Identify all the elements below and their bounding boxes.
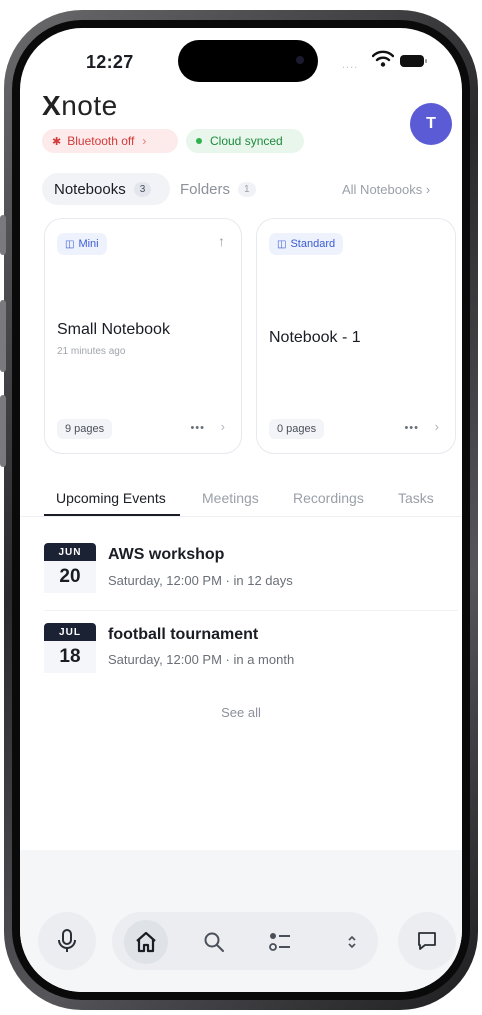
date-day: 18	[44, 641, 96, 673]
event-title[interactable]: football tournament	[108, 626, 258, 644]
notebook-card[interactable]: ◫ Standard Notebook - 1 0 pages ••• ›	[256, 218, 456, 454]
page-count-badge: 9 pages	[57, 419, 113, 439]
expand-button[interactable]	[330, 920, 374, 964]
chat-icon	[418, 932, 436, 950]
tabs-divider	[20, 516, 462, 517]
side-button	[0, 215, 6, 255]
notebook-type-label: Standard	[290, 238, 336, 250]
tab-notebooks[interactable]: Notebooks 3	[42, 173, 170, 205]
notebook-type-tag: ◫ Mini	[57, 233, 107, 255]
wifi-icon	[371, 50, 395, 73]
event-subtitle: Saturday, 12:00 PM · in 12 days	[108, 573, 293, 588]
list-divider	[44, 610, 458, 611]
chat-button[interactable]	[398, 912, 456, 970]
notebook-title: Small Notebook	[57, 321, 170, 338]
page-count-badge: 0 pages	[269, 419, 325, 439]
home-button[interactable]	[124, 920, 168, 964]
notebook-type-tag: ◫ Standard	[269, 233, 344, 255]
tab-notebooks-label: Notebooks	[54, 180, 126, 198]
cloud-status-pill: Cloud synced	[186, 129, 304, 153]
cloud-label: Cloud synced	[210, 134, 283, 148]
notebooks-count-badge: 3	[133, 181, 152, 197]
screen: 12:27 .... Xnote T ✱ Bluetooth off › Clo…	[20, 28, 462, 992]
see-all-link[interactable]: See all	[20, 705, 462, 720]
tab-upcoming-events[interactable]: Upcoming Events	[56, 490, 166, 506]
date-badge: JUL 18	[44, 623, 96, 673]
synced-dot-icon	[196, 138, 202, 144]
side-button	[0, 300, 6, 372]
bluetooth-label: Bluetooth off	[67, 134, 135, 148]
list-icon	[269, 933, 290, 951]
battery-icon	[400, 55, 424, 67]
event-subtitle: Saturday, 12:00 PM · in a month	[108, 652, 295, 667]
search-button[interactable]	[192, 920, 236, 964]
tab-recordings[interactable]: Recordings	[293, 490, 364, 506]
upload-icon[interactable]: ↑	[218, 233, 225, 249]
bluetooth-status-pill[interactable]: ✱ Bluetooth off ›	[42, 129, 178, 153]
search-icon	[204, 932, 224, 952]
folders-count-badge: 1	[238, 181, 256, 197]
event-title[interactable]: AWS workshop	[108, 546, 224, 564]
notebook-title: Notebook - 1	[269, 329, 361, 346]
date-badge: JUN 20	[44, 543, 96, 593]
tab-folders-label: Folders	[180, 180, 231, 198]
book-icon: ◫	[277, 238, 287, 250]
chevron-up-down-icon	[348, 935, 356, 949]
date-day: 20	[44, 561, 96, 593]
microphone-button[interactable]	[38, 912, 96, 970]
app-logo: Xnote	[42, 90, 118, 122]
chevron-right-icon[interactable]: ›	[221, 419, 225, 434]
notebook-card[interactable]: ◫ Mini ↑ Small Notebook 21 minutes ago 9…	[44, 218, 242, 454]
book-icon: ◫	[65, 238, 75, 250]
side-button	[0, 395, 6, 467]
notebook-type-label: Mini	[78, 238, 99, 250]
date-month: JUN	[44, 543, 96, 561]
home-icon	[136, 931, 156, 953]
active-tab-indicator	[44, 514, 180, 516]
bluetooth-off-icon: ✱	[52, 135, 62, 148]
camera-dot	[296, 56, 304, 64]
logo-text: note	[61, 90, 118, 121]
tab-tasks[interactable]: Tasks	[398, 490, 434, 506]
logo-x: X	[42, 90, 62, 121]
microphone-icon	[58, 929, 76, 952]
all-notebooks-link[interactable]: All Notebooks ›	[342, 182, 430, 197]
date-month: JUL	[44, 623, 96, 641]
tab-meetings[interactable]: Meetings	[202, 490, 259, 506]
more-options-icon[interactable]: •••	[404, 422, 419, 434]
tab-folders[interactable]: Folders 1	[180, 173, 256, 205]
chevron-right-icon: ›	[142, 134, 147, 148]
more-options-icon[interactable]: •••	[190, 422, 205, 434]
battery-cap	[425, 59, 427, 63]
tasks-list-button[interactable]	[258, 920, 302, 964]
status-time: 12:27	[86, 52, 134, 72]
avatar[interactable]: T	[410, 103, 452, 145]
chevron-right-icon[interactable]: ›	[435, 419, 439, 434]
notebook-modified-time: 21 minutes ago	[57, 346, 126, 357]
signal-indicator: ....	[342, 59, 359, 71]
